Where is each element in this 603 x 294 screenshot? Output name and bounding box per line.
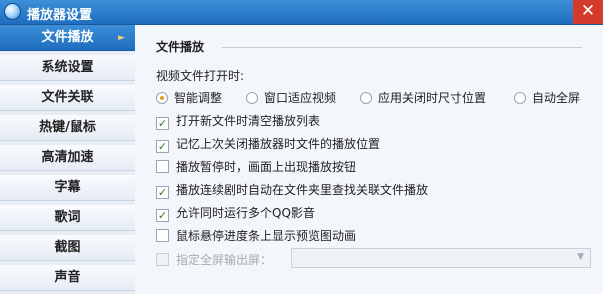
sidebar-item-system-settings[interactable]: 系统设置 bbox=[0, 55, 135, 81]
checkbox-label: 打开新文件时清空播放列表 bbox=[176, 114, 321, 128]
radio-icon bbox=[514, 92, 526, 104]
radio-icon bbox=[246, 92, 258, 104]
checkbox-pause-play-button[interactable]: 播放暂停时，画面上出现播放按钮 bbox=[156, 158, 356, 175]
radio-label: 自动全屏 bbox=[532, 91, 581, 105]
radio-label: 窗口适应视频 bbox=[264, 91, 337, 105]
checkbox-clear-playlist[interactable]: ✓ 打开新文件时清空播放列表 bbox=[156, 112, 320, 130]
app-logo-icon bbox=[4, 3, 21, 20]
close-button[interactable]: ✕ bbox=[573, 0, 603, 24]
window-title: 播放器设置 bbox=[27, 8, 93, 23]
checkbox-label: 播放暂停时，画面上出现播放按钮 bbox=[176, 160, 357, 174]
radio-auto-fullscreen[interactable]: 自动全屏 bbox=[514, 89, 580, 106]
radio-label: 应用关闭时尺寸位置 bbox=[378, 91, 487, 105]
sidebar-item-label: 声音 bbox=[54, 270, 81, 285]
radio-icon bbox=[156, 92, 168, 104]
checkbox-multiple-instances[interactable]: ✓ 允许同时运行多个QQ影音 bbox=[156, 204, 315, 222]
open-behavior-label: 视频文件打开时: bbox=[156, 69, 245, 83]
radio-label: 智能调整 bbox=[174, 91, 223, 105]
fullscreen-output-dropdown[interactable]: ▼ bbox=[291, 248, 591, 268]
sidebar-item-screenshot[interactable]: 截图 bbox=[0, 235, 135, 261]
sidebar-item-sound[interactable]: 声音 bbox=[0, 265, 135, 291]
checkbox-label: 鼠标悬停进度条上显示预览图动画 bbox=[176, 229, 357, 243]
sidebar-item-label: 热键/鼠标 bbox=[39, 120, 96, 135]
radio-icon bbox=[360, 92, 372, 104]
section-title: 文件播放 bbox=[156, 40, 205, 54]
checkbox-label: 指定全屏输出屏： bbox=[176, 253, 273, 267]
checkbox-remember-position[interactable]: ✓ 记忆上次关闭播放器时文件的播放位置 bbox=[156, 135, 380, 153]
checkbox-fullscreen-output[interactable]: 指定全屏输出屏： bbox=[156, 251, 272, 268]
sidebar-item-label: 文件关联 bbox=[41, 90, 94, 105]
radio-fit-window-to-video[interactable]: 窗口适应视频 bbox=[246, 89, 336, 106]
checkbox-icon: ✓ bbox=[156, 117, 169, 130]
sidebar-item-label: 文件播放 bbox=[41, 30, 94, 45]
checkbox-label: 记忆上次关闭播放器时文件的播放位置 bbox=[176, 137, 381, 151]
sidebar-item-label: 截图 bbox=[54, 240, 81, 255]
radio-use-last-size[interactable]: 应用关闭时尺寸位置 bbox=[360, 89, 486, 106]
sidebar-item-label: 字幕 bbox=[54, 180, 81, 195]
checkbox-icon: ✓ bbox=[156, 140, 169, 153]
sidebar-item-label: 系统设置 bbox=[41, 60, 94, 75]
checkbox-icon bbox=[156, 160, 169, 173]
title-bar: 播放器设置 ✕ bbox=[0, 0, 603, 25]
chevron-down-icon: ▼ bbox=[577, 252, 584, 262]
sidebar-item-lyrics[interactable]: 歌词 bbox=[0, 205, 135, 231]
section-divider bbox=[222, 47, 582, 48]
checkbox-label: 播放连续剧时自动在文件夹里查找关联文件播放 bbox=[176, 183, 429, 197]
sidebar-item-label: 高清加速 bbox=[41, 150, 94, 165]
checkbox-icon bbox=[156, 229, 169, 242]
sidebar-item-subtitles[interactable]: 字幕 bbox=[0, 175, 135, 201]
settings-panel: 文件播放 视频文件打开时: 智能调整 窗口适应视频 应用关闭时尺寸位置 自动全屏… bbox=[136, 25, 603, 294]
checkbox-icon: ✓ bbox=[156, 209, 169, 222]
active-arrow-icon: ► bbox=[118, 33, 125, 43]
sidebar-item-hd-acceleration[interactable]: 高清加速 bbox=[0, 145, 135, 171]
checkbox-icon: ✓ bbox=[156, 186, 169, 199]
sidebar-item-file-playback[interactable]: 文件播放 ► bbox=[0, 25, 135, 51]
checkbox-preview-thumbnail[interactable]: 鼠标悬停进度条上显示预览图动画 bbox=[156, 227, 356, 244]
radio-smart-adjust[interactable]: 智能调整 bbox=[156, 89, 222, 106]
checkbox-label: 允许同时运行多个QQ影音 bbox=[176, 206, 315, 220]
sidebar-item-hotkeys-mouse[interactable]: 热键/鼠标 bbox=[0, 115, 135, 141]
settings-sidebar: 文件播放 ► 系统设置 文件关联 热键/鼠标 高清加速 字幕 歌词 截图 声音 bbox=[0, 25, 135, 294]
sidebar-item-label: 歌词 bbox=[54, 210, 81, 225]
checkbox-icon bbox=[156, 253, 169, 266]
sidebar-item-file-association[interactable]: 文件关联 bbox=[0, 85, 135, 111]
checkbox-series-autoplay[interactable]: ✓ 播放连续剧时自动在文件夹里查找关联文件播放 bbox=[156, 181, 428, 199]
